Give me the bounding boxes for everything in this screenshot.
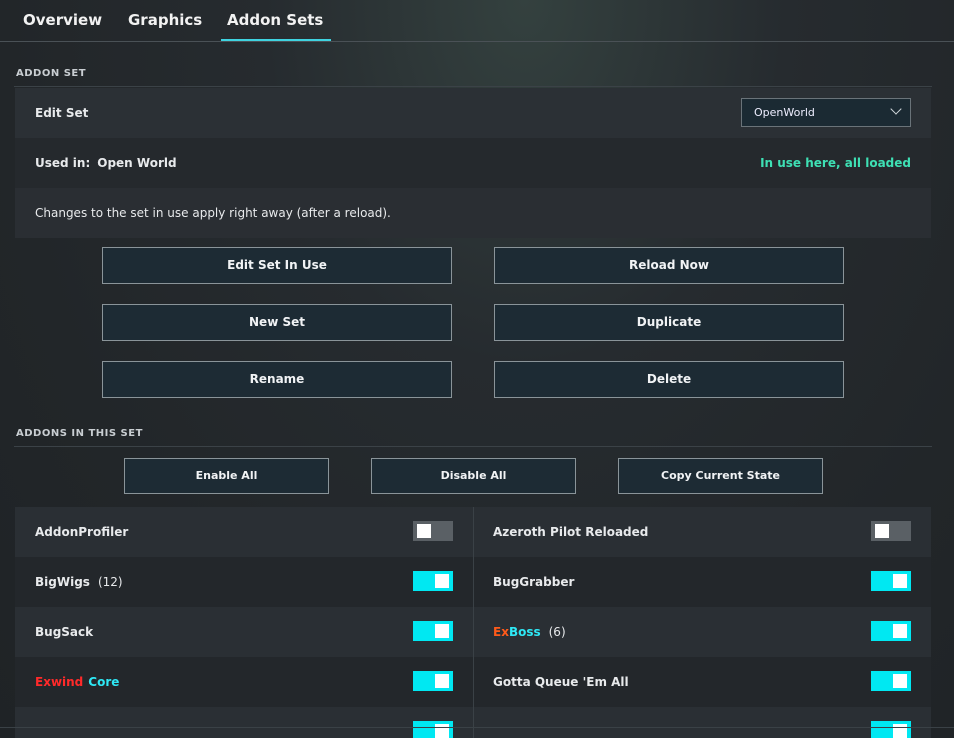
addon-toggle[interactable] (871, 721, 911, 738)
addon-count: (12) (97, 575, 123, 589)
addon-cell (473, 707, 931, 738)
used-in-label: Used in: (35, 156, 91, 170)
tab-graphics[interactable]: Graphics (128, 0, 202, 40)
addon-set-section-title: ADDON SET (16, 68, 87, 79)
section-divider (14, 86, 932, 87)
addon-toggle[interactable] (871, 621, 911, 641)
addon-cell: BugGrabber (473, 557, 931, 607)
addon-name: BugGrabber (493, 575, 575, 589)
copy-current-state-button[interactable]: Copy Current State (618, 458, 823, 494)
addon-list: AddonProfiler Azeroth Pilot Reloaded Big… (15, 507, 931, 738)
addon-name-part: Core (88, 675, 120, 689)
duplicate-button[interactable]: Duplicate (494, 304, 844, 341)
rename-button[interactable]: Rename (102, 361, 452, 398)
delete-button[interactable]: Delete (494, 361, 844, 398)
new-set-button[interactable]: New Set (102, 304, 452, 341)
addon-toggle[interactable] (413, 571, 453, 591)
addon-toggle[interactable] (871, 571, 911, 591)
toggle-knob (893, 624, 907, 638)
addon-name-part: Boss (508, 625, 541, 639)
addon-toggle[interactable] (413, 721, 453, 738)
bottom-divider (0, 727, 954, 728)
reload-now-button[interactable]: Reload Now (494, 247, 844, 284)
addon-name: BugSack (35, 625, 94, 639)
edit-set-label: Edit Set (35, 106, 89, 120)
addon-cell: AddonProfiler (15, 507, 473, 557)
edit-set-row: Edit Set OpenWorld (15, 88, 931, 138)
addon-name: Azeroth Pilot Reloaded (493, 525, 649, 539)
tab-bar: Overview Graphics Addon Sets (0, 0, 954, 42)
toggle-knob (875, 524, 889, 538)
tab-addon-sets[interactable]: Addon Sets (220, 0, 332, 41)
set-status-text: In use here, all loaded (760, 156, 911, 170)
toggle-knob (435, 574, 449, 588)
addon-toggle[interactable] (871, 671, 911, 691)
addon-name: AddonProfiler (35, 525, 129, 539)
toggle-knob (435, 624, 449, 638)
addon-cell: BugSack (15, 607, 473, 657)
toggle-knob (435, 674, 449, 688)
addon-toggle[interactable] (413, 671, 453, 691)
used-in-row: Used in: Open World In use here, all loa… (15, 138, 931, 188)
toggle-knob (893, 574, 907, 588)
edit-set-in-use-button[interactable]: Edit Set In Use (102, 247, 452, 284)
addon-toggle[interactable] (413, 521, 453, 541)
disable-all-button[interactable]: Disable All (371, 458, 576, 494)
addon-count: (6) (548, 625, 566, 639)
addon-toggle[interactable] (413, 621, 453, 641)
addon-name-part: Ex (493, 625, 509, 639)
addon-cell: Azeroth Pilot Reloaded (473, 507, 931, 557)
addon-cell (15, 707, 473, 738)
tab-overview[interactable]: Overview (23, 0, 102, 40)
used-in-value: Open World (97, 156, 177, 170)
info-text: Changes to the set in use apply right aw… (35, 206, 391, 220)
addon-cell: Exwind Core (15, 657, 473, 707)
addon-toggle[interactable] (871, 521, 911, 541)
addon-cell: BigWigs (12) (15, 557, 473, 607)
addon-cell: Gotta Queue 'Em All (473, 657, 931, 707)
addon-set-dropdown-value: OpenWorld (754, 106, 815, 119)
chevron-down-icon (890, 103, 902, 115)
toggle-knob (893, 674, 907, 688)
addons-section-title: ADDONS IN THIS SET (16, 428, 143, 439)
addon-set-dropdown[interactable]: OpenWorld (741, 98, 911, 127)
section-divider (14, 446, 932, 447)
addon-cell: Ex Boss (6) (473, 607, 931, 657)
toggle-knob (417, 524, 431, 538)
addon-name-part: Exwind (35, 675, 84, 689)
addon-name: BigWigs (35, 575, 90, 589)
column-divider (473, 507, 474, 738)
info-row: Changes to the set in use apply right aw… (15, 188, 931, 238)
addon-name: Gotta Queue 'Em All (493, 675, 629, 689)
enable-all-button[interactable]: Enable All (124, 458, 329, 494)
